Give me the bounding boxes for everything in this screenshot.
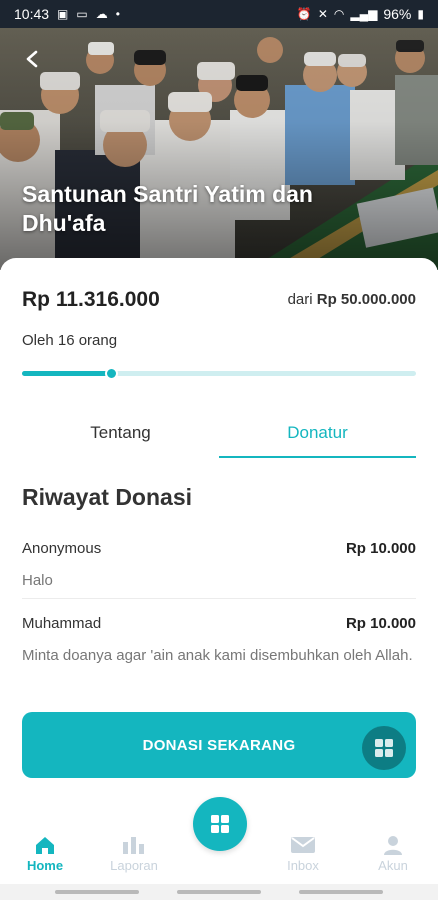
alarm-icon: ⏰ xyxy=(296,7,312,21)
donation-amount: Rp 10.000 xyxy=(345,615,416,632)
progress-fill xyxy=(22,371,112,376)
detail-tabs: Tentang Donatur xyxy=(22,418,416,458)
signal-icon: ▂▄▆ xyxy=(350,7,378,21)
target-prefix: dari xyxy=(287,291,313,308)
dot-notification-icon: • xyxy=(115,7,120,21)
nav-laporan[interactable]: Laporan xyxy=(99,832,169,873)
target-amount: Rp 50.000.000 xyxy=(316,291,416,308)
nav-inbox[interactable]: Inbox xyxy=(268,832,338,873)
donate-now-button[interactable]: DONASI SEKARANG xyxy=(22,712,416,778)
collected-amount: Rp 11.316.000 xyxy=(22,288,160,311)
user-icon xyxy=(384,836,402,855)
nav-home[interactable]: Home xyxy=(10,832,80,873)
home-button[interactable] xyxy=(177,890,261,894)
target-text: dari Rp 50.000.000 xyxy=(288,291,416,308)
divider xyxy=(22,598,416,599)
mute-icon: ✕ xyxy=(317,7,328,21)
tab-donatur[interactable]: Donatur xyxy=(219,418,416,458)
nav-akun-label: Akun xyxy=(378,858,408,873)
donation-item: Anonymous Rp 10.000 Halo xyxy=(22,540,416,593)
recent-apps-button[interactable] xyxy=(55,890,139,894)
battery-icon: ▮ xyxy=(417,7,424,21)
nav-home-label: Home xyxy=(26,858,64,873)
grid-icon xyxy=(211,815,229,833)
donor-count: Oleh 16 orang xyxy=(22,332,118,349)
campaign-title: Santunan Santri Yatim dan Dhu'afa xyxy=(22,181,313,236)
cloud-notification-icon: ☁ xyxy=(95,7,108,21)
donation-item: Muhammad Rp 10.000 Minta doanya agar 'ai… xyxy=(22,615,416,668)
progress-knob xyxy=(105,367,119,380)
home-icon xyxy=(36,837,54,854)
back-arrow-icon xyxy=(26,50,38,68)
nav-laporan-label: Laporan xyxy=(110,858,158,873)
grid-icon xyxy=(375,739,393,757)
chart-icon xyxy=(123,837,144,854)
status-bar: 10:43 ▣ ▭ ☁ • ⏰ ✕ ◠ ▂▄▆ 96% ▮ xyxy=(0,0,438,28)
menu-grid-button[interactable] xyxy=(362,726,406,770)
nav-inbox-label: Inbox xyxy=(287,858,319,873)
image-notification-icon: ▣ xyxy=(57,7,69,21)
funding-progress-bar xyxy=(22,367,416,380)
status-time: 10:43 xyxy=(14,6,50,22)
laptop-notification-icon: ▭ xyxy=(76,7,88,21)
donation-message: Halo xyxy=(22,572,53,589)
donation-message: Minta doanya agar 'ain anak kami disembu… xyxy=(22,647,413,664)
system-navigation-bar xyxy=(0,884,438,900)
back-button[interactable] xyxy=(18,44,48,74)
tab-tentang[interactable]: Tentang xyxy=(22,418,219,458)
wifi-icon: ◠ xyxy=(333,7,345,21)
donation-history-title: Riwayat Donasi xyxy=(22,484,192,510)
battery-percent: 96% xyxy=(383,6,412,22)
donation-amount: Rp 10.000 xyxy=(345,540,416,557)
mail-icon xyxy=(291,837,315,853)
campaign-hero-image: Santunan Santri Yatim dan Dhu'afa xyxy=(0,0,438,270)
center-menu-button[interactable] xyxy=(193,797,247,851)
back-system-button[interactable] xyxy=(299,890,383,894)
nav-akun[interactable]: Akun xyxy=(358,832,428,873)
bottom-navigation: Home Laporan Inbox Akun xyxy=(0,797,438,882)
